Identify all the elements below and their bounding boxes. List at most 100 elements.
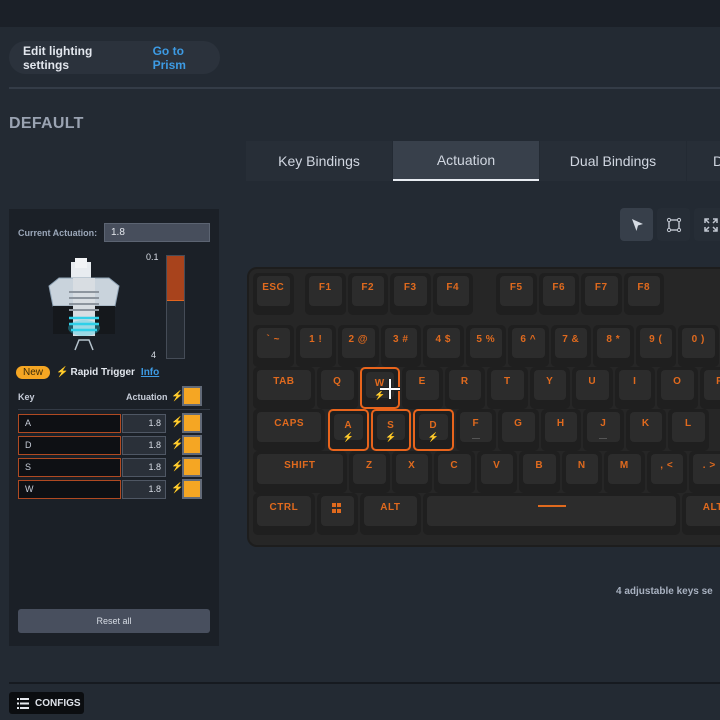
- lightning-icon: ⚡: [56, 367, 69, 378]
- key-w[interactable]: W ⚡: [359, 367, 400, 409]
- key-ralt[interactable]: ALT: [682, 493, 720, 535]
- key-j[interactable]: J: [583, 409, 624, 451]
- key-e[interactable]: E: [402, 367, 443, 409]
- list-item: D 1.8 ⚡: [18, 435, 210, 457]
- key-label: N: [577, 460, 586, 471]
- key-shift[interactable]: SHIFT: [253, 451, 347, 493]
- key-esc[interactable]: ESC: [253, 273, 294, 315]
- tab-bar: Key Bindings Actuation Dual Bindings D: [246, 141, 720, 181]
- key-f5[interactable]: F5: [496, 273, 537, 315]
- key-period[interactable]: . >: [689, 451, 720, 493]
- key-label: . >: [702, 460, 716, 471]
- key-name-field[interactable]: S: [18, 458, 121, 477]
- tab-dual-bindings[interactable]: Dual Bindings: [540, 141, 686, 181]
- key-b[interactable]: B: [519, 451, 560, 493]
- rapid-trigger-checkbox[interactable]: [182, 479, 202, 499]
- key-f7[interactable]: F7: [581, 273, 622, 315]
- key-f8[interactable]: F8: [623, 273, 664, 315]
- key-o[interactable]: O: [657, 367, 698, 409]
- key-0[interactable]: 0 ): [678, 325, 719, 367]
- lighting-settings-label: Edit lighting settings: [23, 43, 93, 72]
- key-grave[interactable]: ` ~: [253, 325, 294, 367]
- actuation-value-input[interactable]: 1.8: [122, 436, 166, 455]
- tab-actuation[interactable]: Actuation: [393, 141, 539, 181]
- key-f3[interactable]: F3: [390, 273, 431, 315]
- rapid-trigger-checkbox[interactable]: [182, 435, 202, 455]
- key-s[interactable]: S ⚡: [370, 409, 411, 451]
- key-label: F3: [403, 282, 417, 293]
- key-h[interactable]: H: [540, 409, 581, 451]
- key-v[interactable]: V: [476, 451, 517, 493]
- key-3[interactable]: 3 #: [380, 325, 421, 367]
- actuation-value-input[interactable]: 1.8: [122, 414, 166, 433]
- key-l[interactable]: L: [668, 409, 709, 451]
- key-q[interactable]: Q: [317, 367, 358, 409]
- key-u[interactable]: U: [572, 367, 613, 409]
- actuation-value-input[interactable]: 1.8: [122, 480, 166, 499]
- key-label: 6 ^: [520, 334, 537, 345]
- key-comma[interactable]: , <: [646, 451, 687, 493]
- select-tool-button[interactable]: [620, 208, 653, 241]
- key-d[interactable]: D ⚡: [413, 409, 454, 451]
- go-to-prism-link[interactable]: Go to Prism: [153, 44, 220, 72]
- key-name-field[interactable]: W: [18, 480, 121, 499]
- key-c[interactable]: C: [434, 451, 475, 493]
- rapid-trigger-checkbox[interactable]: [182, 413, 202, 433]
- current-actuation-input[interactable]: 1.8: [104, 223, 210, 242]
- box-select-tool-button[interactable]: [657, 208, 690, 241]
- key-4[interactable]: 4 $: [423, 325, 464, 367]
- key-p[interactable]: P: [699, 367, 720, 409]
- rapid-trigger-checkbox[interactable]: [182, 457, 202, 477]
- key-x[interactable]: X: [391, 451, 432, 493]
- key-z[interactable]: Z: [349, 451, 390, 493]
- key-k[interactable]: K: [625, 409, 666, 451]
- key-i[interactable]: I: [614, 367, 655, 409]
- key-1[interactable]: 1 !: [295, 325, 336, 367]
- key-label: F4: [446, 282, 460, 293]
- key-8[interactable]: 8 *: [593, 325, 634, 367]
- key-win[interactable]: [317, 493, 358, 535]
- reset-all-button[interactable]: Reset all: [18, 609, 210, 633]
- fullscreen-tool-button[interactable]: [694, 208, 720, 241]
- key-g[interactable]: G: [498, 409, 539, 451]
- rapid-trigger-all-checkbox[interactable]: [182, 386, 202, 406]
- key-label: X: [408, 460, 416, 471]
- key-space[interactable]: [423, 493, 681, 535]
- key-6[interactable]: 6 ^: [508, 325, 549, 367]
- info-link[interactable]: Info: [141, 367, 159, 378]
- key-2[interactable]: 2 @: [338, 325, 379, 367]
- key-5[interactable]: 5 %: [465, 325, 506, 367]
- actuation-slider[interactable]: [166, 255, 185, 359]
- key-label: R: [460, 376, 469, 387]
- windows-logo-icon: [332, 503, 342, 513]
- key-y[interactable]: Y: [529, 367, 570, 409]
- key-t[interactable]: T: [487, 367, 528, 409]
- tab-key-bindings[interactable]: Key Bindings: [246, 141, 392, 181]
- key-label: 8 *: [606, 334, 621, 345]
- key-f6[interactable]: F6: [538, 273, 579, 315]
- key-tab[interactable]: TAB: [253, 367, 315, 409]
- configs-button[interactable]: CONFIGS: [9, 692, 84, 714]
- key-alt[interactable]: ALT: [359, 493, 422, 535]
- key-f2[interactable]: F2: [347, 273, 388, 315]
- key-label: B: [535, 460, 544, 471]
- key-f[interactable]: F: [455, 409, 496, 451]
- key-f1[interactable]: F1: [305, 273, 346, 315]
- key-r[interactable]: R: [444, 367, 485, 409]
- key-name-field[interactable]: D: [18, 436, 121, 455]
- home-row-bump: [599, 438, 608, 439]
- key-7[interactable]: 7 &: [550, 325, 591, 367]
- key-ctrl[interactable]: CTRL: [253, 493, 315, 535]
- rapid-trigger-icon: ⚡: [427, 432, 439, 442]
- key-caps[interactable]: CAPS: [253, 409, 326, 451]
- list-icon: [17, 697, 29, 709]
- key-m[interactable]: M: [604, 451, 645, 493]
- key-n[interactable]: N: [561, 451, 602, 493]
- tab-partial[interactable]: D: [687, 141, 720, 181]
- key-name-field[interactable]: A: [18, 414, 121, 433]
- profile-title: DEFAULT: [9, 115, 84, 132]
- key-a[interactable]: A ⚡: [328, 409, 369, 451]
- key-f4[interactable]: F4: [432, 273, 473, 315]
- key-9[interactable]: 9 (: [635, 325, 676, 367]
- actuation-value-input[interactable]: 1.8: [122, 458, 166, 477]
